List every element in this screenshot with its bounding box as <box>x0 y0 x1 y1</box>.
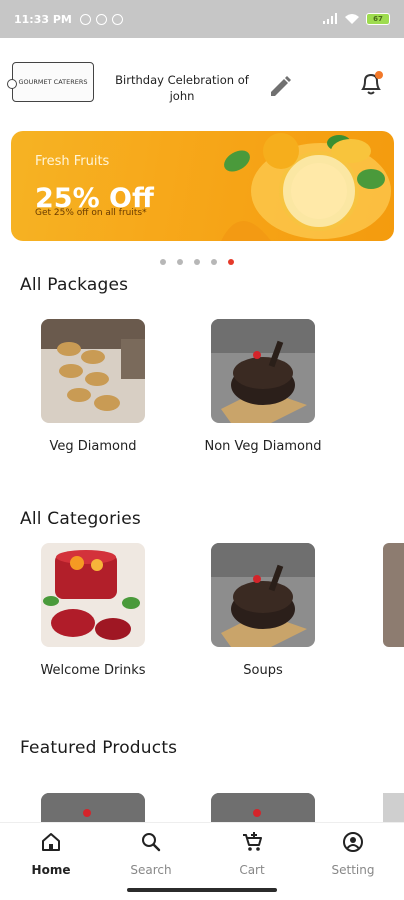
nav-search-label: Search <box>130 863 172 877</box>
package-label: Non Veg Diamond <box>204 439 322 454</box>
category-card[interactable]: Welcome Drinks <box>33 543 153 682</box>
home-icon <box>42 833 60 851</box>
carousel-dot[interactable] <box>211 259 217 265</box>
nav-cart[interactable]: Cart <box>212 831 292 877</box>
package-image <box>211 319 315 423</box>
carousel-dot[interactable] <box>177 259 183 265</box>
orange-splash-image <box>221 133 391 241</box>
event-title: Birthday Celebration of john <box>115 73 249 103</box>
battery-level: 67 <box>373 15 383 23</box>
pencil-icon[interactable] <box>266 72 292 98</box>
banner-description: Get 25% off on all fruits* <box>35 208 147 218</box>
status-time: 11:33 PM <box>14 12 72 26</box>
category-label: Soups <box>243 663 283 678</box>
nav-home-label: Home <box>31 863 71 877</box>
whatsapp-icon <box>95 13 107 25</box>
category-card-partial[interactable] <box>383 543 404 647</box>
alarm-icon <box>79 13 91 25</box>
featured-product-image[interactable] <box>41 793 145 822</box>
nav-search[interactable]: Search <box>111 831 191 877</box>
category-card[interactable]: Soups <box>203 543 323 682</box>
carousel-dot[interactable] <box>194 259 200 265</box>
category-label: Welcome Drinks <box>40 663 146 678</box>
featured-title: Featured Products <box>20 738 178 758</box>
featured-product-partial[interactable] <box>383 793 404 822</box>
carousel-dot[interactable] <box>160 259 166 265</box>
battery-icon: 67 <box>366 13 390 25</box>
package-image <box>41 319 145 423</box>
home-indicator <box>127 888 277 892</box>
signal-icon <box>323 13 337 24</box>
search-icon <box>142 833 161 852</box>
cart-icon <box>243 832 262 851</box>
carousel-dot-active[interactable] <box>228 259 234 265</box>
banner-subtitle: Fresh Fruits <box>35 154 110 169</box>
vpn-icon <box>111 13 123 25</box>
packages-title: All Packages <box>20 275 129 295</box>
featured-product-image[interactable] <box>211 793 315 822</box>
logo-text: GOURMET CATERERS <box>18 78 88 86</box>
package-card[interactable]: Non Veg Diamond <box>203 319 323 458</box>
category-image <box>41 543 145 647</box>
brand-logo[interactable]: GOURMET CATERERS <box>7 62 94 102</box>
categories-title: All Categories <box>20 509 141 529</box>
category-image <box>211 543 315 647</box>
bell-icon[interactable] <box>357 70 385 98</box>
status-bar: 11:33 PM 67 <box>0 0 404 38</box>
nav-setting-label: Setting <box>331 863 375 877</box>
nav-home[interactable]: Home <box>11 831 91 877</box>
package-label: Veg Diamond <box>49 439 137 454</box>
package-card[interactable]: Veg Diamond <box>33 319 153 458</box>
carousel-dots <box>160 259 234 265</box>
nav-setting[interactable]: Setting <box>313 831 393 877</box>
wifi-icon <box>345 14 359 24</box>
nav-cart-label: Cart <box>239 863 265 877</box>
promo-banner[interactable]: Fresh Fruits 25% Off Get 25% off on all … <box>11 131 394 241</box>
header: GOURMET CATERERS Birthday Celebration of… <box>0 56 404 112</box>
user-circle-icon <box>343 832 363 852</box>
